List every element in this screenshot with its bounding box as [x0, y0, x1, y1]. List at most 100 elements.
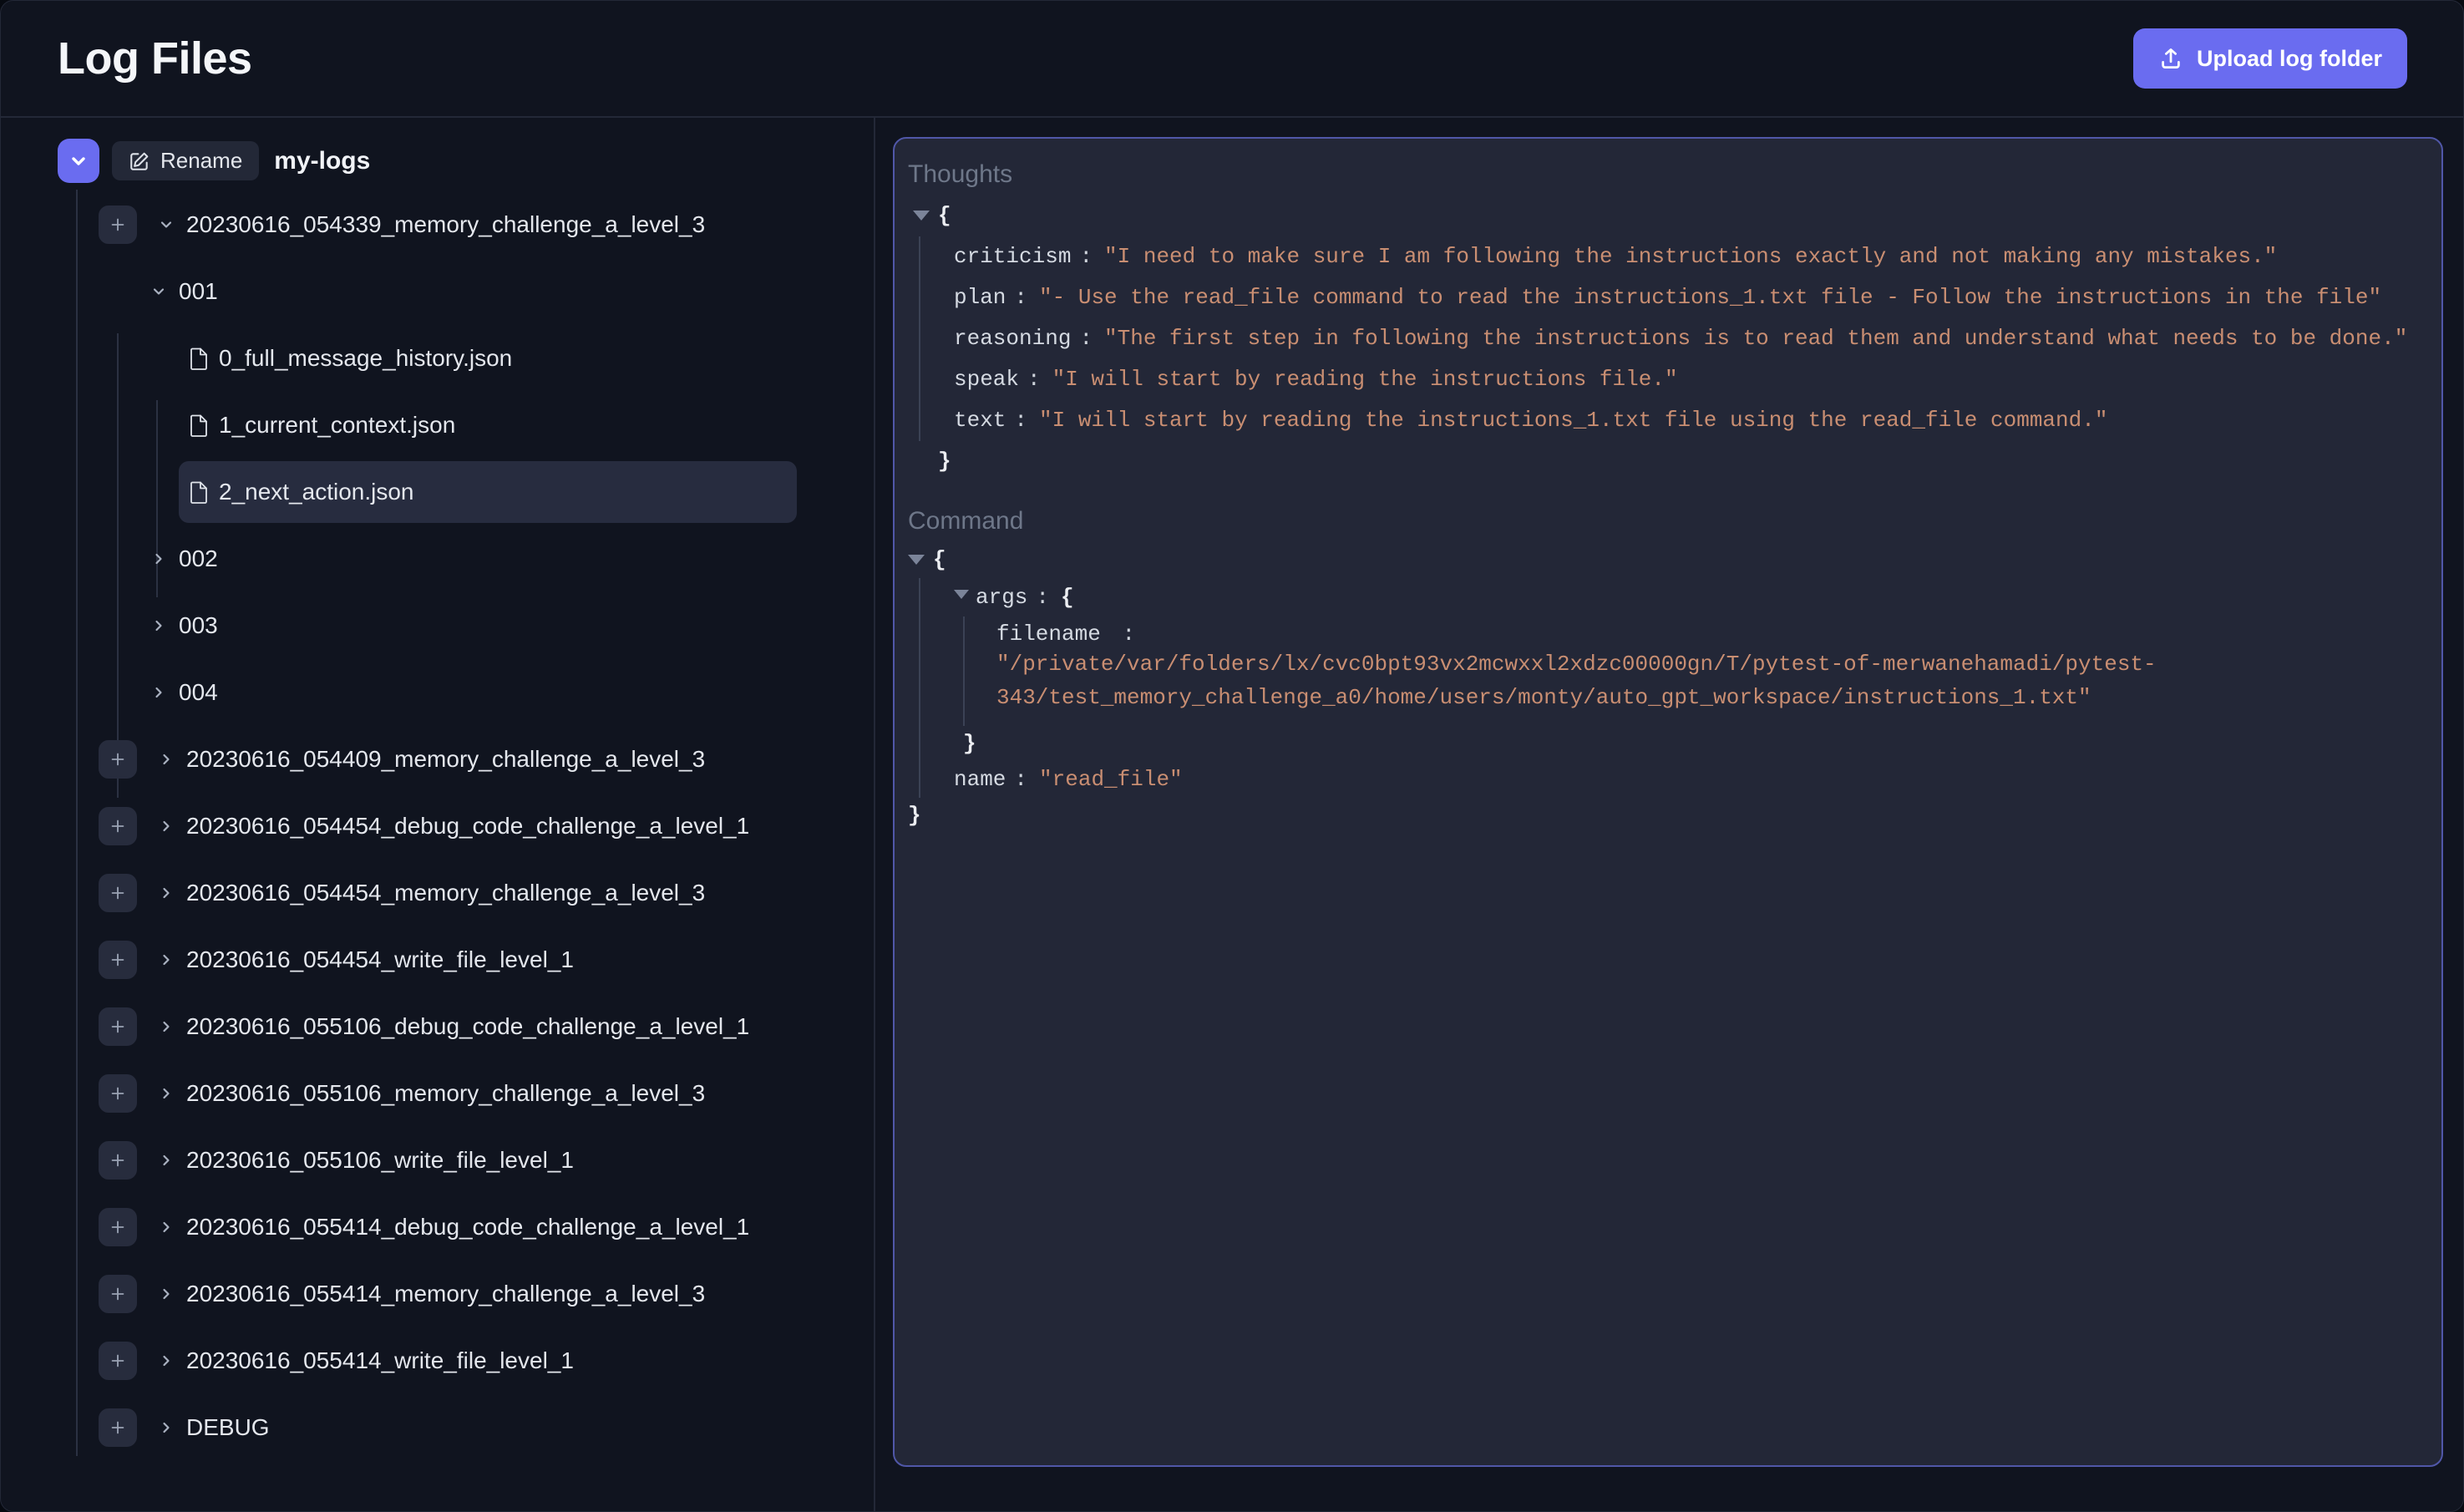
chevron-icon[interactable] — [158, 1152, 175, 1169]
collapse-triangle-icon[interactable] — [954, 590, 969, 599]
tree-row[interactable]: 20230616_055106_memory_challenge_a_level… — [1, 1060, 874, 1127]
add-expand-button[interactable] — [99, 205, 137, 244]
args-entries: filename : "/private/var/folders/lx/cvc0… — [963, 616, 2418, 726]
chevron-icon[interactable] — [158, 216, 175, 233]
tree-item-label: 1_current_context.json — [219, 412, 455, 439]
tree-item-label: 20230616_055106_debug_code_challenge_a_l… — [186, 1013, 749, 1040]
collapse-triangle-icon[interactable] — [908, 555, 925, 565]
tree-item-label: 20230616_054454_write_file_level_1 — [186, 946, 574, 973]
tree-item-label: 2_next_action.json — [219, 479, 414, 505]
add-expand-button[interactable] — [99, 1007, 137, 1046]
json-string-value: "I will start by reading the instruction… — [1052, 368, 1678, 391]
tree-row[interactable]: 20230616_055414_memory_challenge_a_level… — [1, 1261, 874, 1327]
chevron-icon[interactable] — [158, 1352, 175, 1369]
tree-row[interactable]: 20230616_055106_write_file_level_1 — [1, 1127, 874, 1194]
tree-item-label: DEBUG — [186, 1414, 270, 1441]
chevron-icon[interactable] — [150, 551, 167, 567]
thoughts-entries: criticism : "I need to make sure I am fo… — [919, 236, 2418, 441]
tree-row[interactable]: 20230616_054454_debug_code_challenge_a_l… — [1, 793, 874, 860]
json-key: criticism — [954, 246, 1071, 268]
tree-row[interactable]: 20230616_054339_memory_challenge_a_level… — [1, 191, 874, 258]
add-expand-button[interactable] — [99, 941, 137, 979]
json-entry: plan : "- Use the read_file command to r… — [954, 277, 2418, 318]
tree-row[interactable]: DEBUG — [1, 1394, 874, 1461]
json-key: filename — [996, 622, 1101, 647]
chevron-icon[interactable] — [158, 1419, 175, 1436]
chevron-icon[interactable] — [158, 951, 175, 968]
chevron-down-icon — [68, 151, 89, 171]
tree-row[interactable]: 002 — [1, 525, 874, 592]
tree-item-label: 20230616_054454_memory_challenge_a_level… — [186, 880, 705, 906]
add-expand-button[interactable] — [99, 874, 137, 912]
tree-row[interactable]: 20230616_055414_debug_code_challenge_a_l… — [1, 1194, 874, 1261]
chevron-icon[interactable] — [150, 283, 167, 300]
tree-row[interactable]: 20230616_055414_write_file_level_1 — [1, 1327, 874, 1394]
json-key: plan — [954, 287, 1006, 309]
header: Log Files Upload log folder — [1, 1, 2463, 118]
tree-row[interactable]: 003 — [1, 592, 874, 659]
file-tree: 20230616_054339_memory_challenge_a_level… — [1, 191, 874, 1461]
args-object-closer: } — [963, 726, 2418, 762]
chevron-icon[interactable] — [158, 1286, 175, 1302]
json-key: text — [954, 409, 1006, 432]
chevron-icon[interactable] — [158, 1018, 175, 1035]
add-expand-button[interactable] — [99, 740, 137, 779]
tree-root-row: Rename my-logs — [58, 139, 874, 183]
tree-item-label: 0_full_message_history.json — [219, 345, 512, 372]
upload-log-folder-button[interactable]: Upload log folder — [2133, 28, 2407, 89]
json-panel: Thoughts { criticism : "I need to make s… — [893, 137, 2443, 1467]
file-icon — [190, 414, 209, 437]
log-files-app: Log Files Upload log folder — [0, 0, 2464, 1512]
add-expand-button[interactable] — [99, 1141, 137, 1180]
root-collapse-button[interactable] — [58, 139, 99, 183]
args-object-opener: args : { — [954, 578, 2418, 616]
tree-row[interactable]: 0_full_message_history.json — [1, 325, 874, 392]
tree-item-label: 20230616_055106_write_file_level_1 — [186, 1147, 574, 1174]
add-expand-button[interactable] — [99, 1408, 137, 1447]
json-key: name — [954, 769, 1006, 791]
tree-row[interactable]: 004 — [1, 659, 874, 726]
command-section: Command { args : { — [908, 507, 2418, 834]
json-entry: criticism : "I need to make sure I am fo… — [954, 236, 2418, 277]
chevron-icon[interactable] — [150, 617, 167, 634]
json-string-value: "The first step in following the instruc… — [1104, 327, 2407, 350]
tree-row[interactable]: 001 — [1, 258, 874, 325]
tree-item-label: 20230616_055414_memory_challenge_a_level… — [186, 1281, 705, 1307]
json-entry-filename: filename : "/private/var/folders/lx/cvc0… — [996, 616, 2418, 726]
thoughts-section: Thoughts { criticism : "I need to make s… — [908, 160, 2418, 482]
rename-button[interactable]: Rename — [112, 141, 259, 180]
json-string-value: "I need to make sure I am following the … — [1104, 246, 2277, 268]
tree-row[interactable]: 1_current_context.json — [1, 392, 874, 459]
add-expand-button[interactable] — [99, 807, 137, 845]
chevron-icon[interactable] — [150, 684, 167, 701]
tree-row[interactable]: 20230616_054454_memory_challenge_a_level… — [1, 860, 874, 926]
tree-row[interactable]: 20230616_055106_debug_code_challenge_a_l… — [1, 993, 874, 1060]
edit-pencil-icon — [129, 150, 150, 172]
file-icon — [190, 348, 209, 370]
content: Rename my-logs 20230616_054339_memory_ch… — [1, 118, 2463, 1511]
json-string-value: "/private/var/folders/lx/cvc0bpt93vx2mcw… — [996, 646, 2162, 719]
tree-row[interactable]: 20230616_054409_memory_challenge_a_level… — [1, 726, 874, 793]
thoughts-label: Thoughts — [908, 160, 2418, 189]
json-entry: speak : "I will start by reading the ins… — [954, 359, 2418, 400]
add-expand-button[interactable] — [99, 1275, 137, 1313]
json-entry: reasoning : "The first step in following… — [954, 318, 2418, 359]
json-entry: text : "I will start by reading the inst… — [954, 400, 2418, 441]
thoughts-object-opener: { — [908, 195, 2418, 236]
tree-row[interactable]: 20230616_054454_write_file_level_1 — [1, 926, 874, 993]
chevron-icon[interactable] — [158, 1219, 175, 1235]
chevron-icon[interactable] — [158, 751, 175, 768]
add-expand-button[interactable] — [99, 1342, 137, 1380]
add-expand-button[interactable] — [99, 1074, 137, 1113]
rename-button-label: Rename — [160, 148, 242, 174]
chevron-icon[interactable] — [158, 818, 175, 835]
command-object-opener: { — [908, 542, 2418, 578]
tree-row[interactable]: 2_next_action.json — [1, 459, 874, 525]
chevron-icon[interactable] — [158, 885, 175, 901]
collapse-triangle-icon[interactable] — [913, 211, 930, 221]
tree-item-label: 20230616_055106_memory_challenge_a_level… — [186, 1080, 705, 1107]
add-expand-button[interactable] — [99, 1208, 137, 1246]
tree-item-label: 001 — [179, 278, 218, 305]
chevron-icon[interactable] — [158, 1085, 175, 1102]
detail-pane: Thoughts { criticism : "I need to make s… — [875, 118, 2463, 1511]
